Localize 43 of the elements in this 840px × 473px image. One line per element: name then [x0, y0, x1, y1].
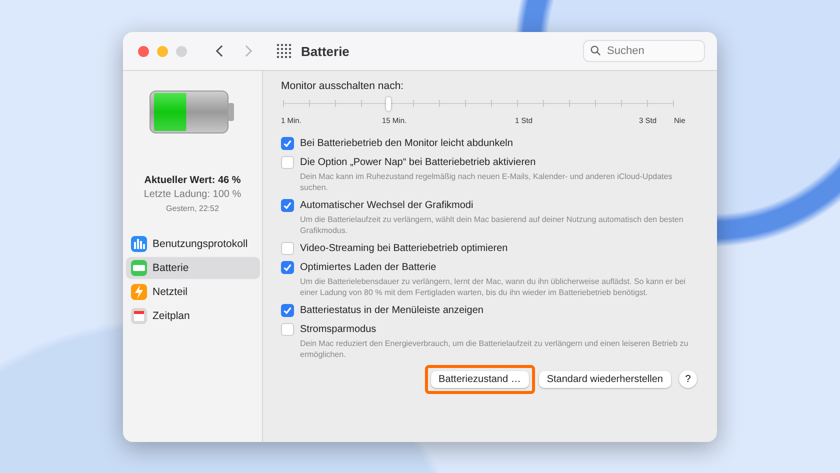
last-charge: Letzte Ladung: 100 % [144, 189, 242, 200]
option-description: Um die Batterielaufzeit zu verlängern, wählt dein Mac basierend auf deiner Nutzung automatisch den besten Grafikmodus. [299, 214, 684, 236]
checkbox[interactable] [281, 156, 294, 169]
sidebar-item[interactable]: Zeitplan [126, 305, 260, 327]
back-icon[interactable] [215, 44, 224, 58]
sidebar-item[interactable]: Benutzungsprotokoll [126, 233, 260, 255]
calendar-icon [130, 308, 146, 324]
search-field[interactable]: Suchen [583, 40, 705, 62]
slider-label: Monitor ausschalten nach: [281, 80, 405, 92]
chart-icon [130, 236, 146, 252]
option-description: Dein Mac reduziert den Energieverbrauch, um die Batterielaufzeit zu verlängern und einen leiseren Betrieb zu ermöglichen. [299, 338, 690, 360]
checkbox[interactable] [281, 137, 294, 150]
option-label: Video-Streaming bei Batteriebetrieb optimieren [300, 243, 508, 254]
checkbox[interactable] [281, 242, 294, 255]
option-description: Dein Mac kann im Ruhezustand regelmäßig nach neuen E-Mails, Kalender- und anderen iCloud-Updates suchen. [299, 171, 674, 193]
slider-track[interactable] [283, 97, 673, 111]
checkbox[interactable] [281, 323, 294, 336]
sidebar-item[interactable]: Batterie [126, 257, 260, 279]
option-label: Bei Batteriebetrieb den Monitor leicht abdunkeln [300, 138, 513, 149]
checkbox[interactable] [281, 304, 294, 317]
slider-thumb[interactable] [386, 97, 392, 111]
checkbox[interactable] [281, 199, 294, 212]
current-charge: Aktueller Wert: 46 % [144, 175, 241, 186]
checkbox[interactable] [281, 261, 294, 274]
charge-time: Gestern, 22:52 [166, 204, 219, 213]
push-button[interactable]: Batteriezustand … [430, 370, 529, 388]
battery-icon [130, 260, 146, 276]
minimize-button[interactable] [157, 46, 168, 56]
grid-icon[interactable] [277, 44, 291, 58]
option-label: Stromsparmodus [300, 324, 376, 335]
window-title: Batterie [301, 44, 350, 58]
forward-icon[interactable] [244, 44, 253, 58]
option-description: Um die Batterielebensdauer zu verlängern, lernt der Mac, wann du ihn üblicherweise auflädst. So kann er bei einer Ladung von 80 % mit dem Fertigladen warten, bis du ihn wieder im Batteriebetrieb benötigst. [299, 276, 687, 298]
close-button[interactable] [138, 46, 149, 56]
option-label: Automatischer Wechsel der Grafikmodi [300, 200, 474, 211]
option-label: Die Option „Power Nap“ bei Batteriebetrieb aktivieren [300, 157, 536, 168]
help-button[interactable]: ? [679, 370, 697, 388]
option-label: Optimiertes Laden der Batterie [300, 262, 436, 273]
zoom-button[interactable] [176, 46, 187, 56]
sidebar-item[interactable]: Netzteil [126, 281, 260, 303]
option-label: Batteriestatus in der Menüleiste anzeigen [300, 305, 484, 316]
push-button[interactable]: Standard wiederherstellen [538, 370, 671, 388]
bolt-icon [130, 284, 146, 300]
